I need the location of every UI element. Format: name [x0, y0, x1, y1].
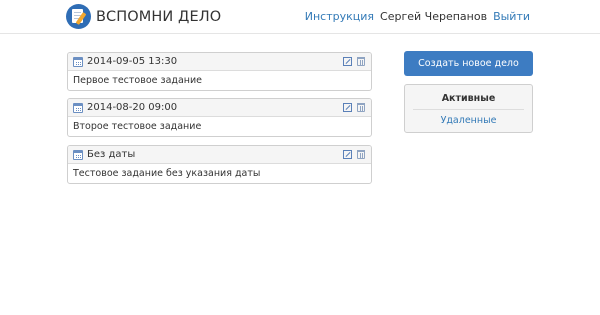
brand[interactable]: ВСПОМНИ ДЕЛО	[66, 4, 221, 29]
task-date: 2014-08-20 09:00	[87, 102, 178, 113]
trash-icon[interactable]	[357, 150, 365, 159]
task-header: Без даты	[68, 146, 371, 164]
task-date: 2014-09-05 13:30	[87, 56, 178, 67]
filter-divider	[413, 109, 524, 110]
logo-icon	[66, 4, 91, 29]
instructions-link[interactable]: Инструкция	[305, 10, 374, 23]
calendar-icon	[73, 56, 83, 67]
filter-deleted-link[interactable]: Удаленные	[405, 115, 532, 126]
logout-link[interactable]: Выйти	[493, 10, 530, 23]
task-card: 2014-08-20 09:00 Второе тестовое задание	[67, 98, 372, 137]
create-task-button[interactable]: Создать новое дело	[404, 51, 533, 76]
task-header: 2014-09-05 13:30	[68, 53, 371, 71]
task-text: Тестовое задание без указания даты	[73, 168, 261, 179]
top-navbar: ВСПОМНИ ДЕЛО Инструкция Сергей Черепанов…	[0, 0, 600, 34]
user-name: Сергей Черепанов	[380, 10, 488, 23]
calendar-icon	[73, 149, 83, 160]
task-text: Второе тестовое задание	[73, 121, 202, 132]
task-date: Без даты	[87, 149, 136, 160]
task-card: Без даты Тестовое задание без указания д…	[67, 145, 372, 184]
brand-title: ВСПОМНИ ДЕЛО	[96, 8, 222, 25]
trash-icon[interactable]	[357, 103, 365, 112]
nav-links: Инструкция Сергей Черепанов Выйти	[305, 10, 530, 23]
task-text: Первое тестовое задание	[73, 75, 203, 86]
filter-panel: Активные Удаленные	[404, 84, 533, 133]
task-card: 2014-09-05 13:30 Первое тестовое задание	[67, 52, 372, 91]
calendar-icon	[73, 102, 83, 113]
edit-icon[interactable]	[343, 150, 352, 159]
filter-active[interactable]: Активные	[405, 93, 532, 104]
task-header: 2014-08-20 09:00	[68, 99, 371, 117]
edit-icon[interactable]	[343, 103, 352, 112]
trash-icon[interactable]	[357, 57, 365, 66]
edit-icon[interactable]	[343, 57, 352, 66]
